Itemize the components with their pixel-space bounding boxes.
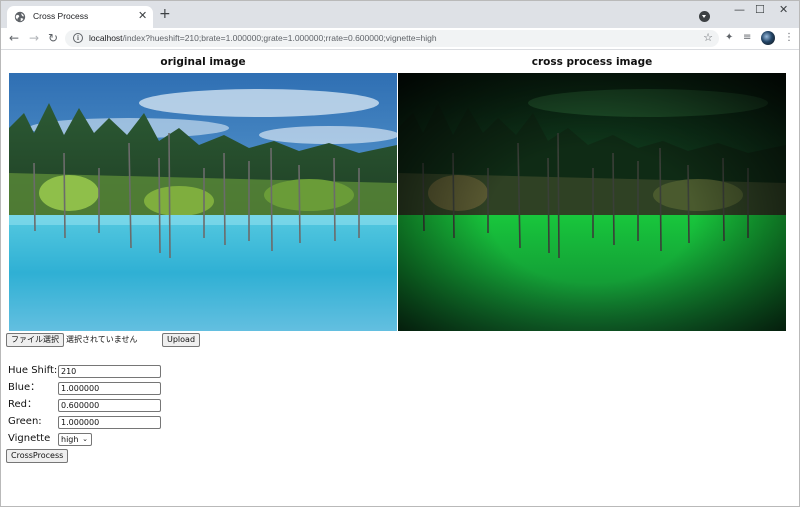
url-host: localhost bbox=[89, 33, 123, 43]
crossprocess-button[interactable]: CrossProcess bbox=[6, 449, 69, 463]
forward-arrow-icon[interactable]: → bbox=[29, 31, 39, 45]
window-close-button[interactable]: ✕ bbox=[779, 4, 788, 16]
green-label: Green: bbox=[8, 416, 42, 427]
processed-image bbox=[398, 73, 786, 331]
minimize-button[interactable]: — bbox=[734, 4, 745, 16]
tab-cross-process[interactable]: Cross Process ✕ bbox=[7, 6, 153, 28]
no-file-text: 選択されていません bbox=[66, 335, 138, 344]
tab-search-icon[interactable] bbox=[699, 11, 710, 22]
maximize-button[interactable]: ☐ bbox=[755, 4, 765, 16]
red-input[interactable]: 0.600000 bbox=[58, 399, 161, 412]
url-text[interactable]: localhost/index?hueshift=210;brate=1.000… bbox=[89, 33, 437, 43]
vignette-select[interactable]: high ⌄ bbox=[58, 433, 92, 446]
url-path: /index?hueshift=210;brate=1.000000;grate… bbox=[122, 33, 437, 43]
green-input[interactable]: 1.000000 bbox=[58, 416, 161, 429]
hue-shift-label: Hue Shift: bbox=[8, 365, 58, 376]
file-select-button[interactable]: ファイル選択 bbox=[6, 333, 64, 347]
site-info-icon[interactable]: i bbox=[73, 33, 83, 43]
chevron-down-icon: ⌄ bbox=[82, 435, 88, 443]
extensions-puzzle-icon[interactable]: ✦ bbox=[725, 32, 733, 44]
globe-icon bbox=[14, 11, 26, 23]
vignette-selected-value: high bbox=[61, 435, 79, 444]
tab-strip: Cross Process ✕ + — ☐ ✕ bbox=[1, 1, 799, 28]
red-label: Red： bbox=[8, 399, 37, 410]
original-image-title: original image bbox=[160, 56, 246, 68]
reload-icon[interactable]: ↻ bbox=[48, 31, 58, 45]
vignette-label: Vignette bbox=[8, 433, 51, 444]
menu-kebab-icon[interactable]: ⋮ bbox=[784, 32, 794, 44]
back-arrow-icon[interactable]: ← bbox=[9, 31, 19, 45]
tab-title: Cross Process bbox=[33, 11, 89, 21]
original-image bbox=[9, 73, 397, 331]
hue-shift-input[interactable]: 210 bbox=[58, 365, 161, 378]
page-content: original image cross process image ファイル選… bbox=[1, 50, 799, 506]
upload-button[interactable]: Upload bbox=[162, 333, 201, 347]
browser-window: Cross Process ✕ + — ☐ ✕ ← → ↻ i localhos… bbox=[0, 0, 800, 507]
processed-image-title: cross process image bbox=[531, 56, 653, 68]
browser-toolbar: ← → ↻ i localhost/index?hueshift=210;bra… bbox=[1, 28, 799, 50]
new-tab-button[interactable]: + bbox=[159, 7, 171, 21]
profile-avatar[interactable] bbox=[761, 31, 775, 45]
blue-label: Blue： bbox=[8, 382, 41, 393]
address-bar[interactable]: i localhost/index?hueshift=210;brate=1.0… bbox=[65, 30, 719, 47]
bookmark-star-icon[interactable]: ☆ bbox=[703, 31, 713, 44]
blue-input[interactable]: 1.000000 bbox=[58, 382, 161, 395]
reading-list-icon[interactable]: ≡ bbox=[743, 32, 751, 44]
tab-close-icon[interactable]: ✕ bbox=[138, 9, 147, 23]
